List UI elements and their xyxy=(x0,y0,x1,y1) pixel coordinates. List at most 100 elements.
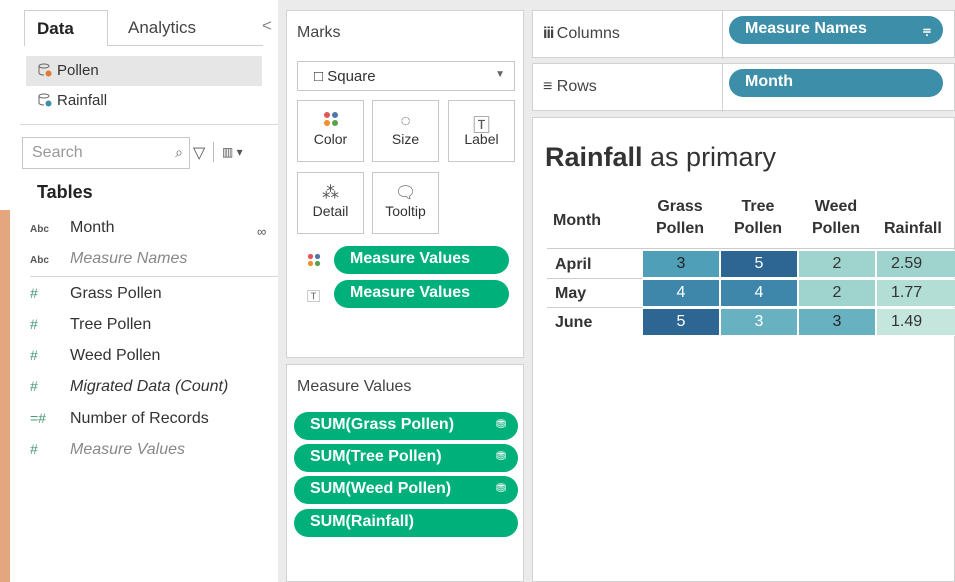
size-button[interactable]: ◌ Size xyxy=(372,100,439,162)
columns-icon: iii xyxy=(543,25,557,42)
measure-values-card: Measure Values SUM(Grass Pollen) ⛃ SUM(Tr… xyxy=(286,364,524,582)
table-cell[interactable]: 2 xyxy=(798,279,876,307)
field-label: Month xyxy=(70,219,115,236)
table-cell[interactable]: 1.49 xyxy=(876,308,955,336)
column-header: Rainfall xyxy=(884,220,942,237)
measure-pill-rainfall[interactable]: SUM(Rainfall) xyxy=(294,509,518,537)
number-type-icon: # xyxy=(30,285,38,301)
pane-accent-bar xyxy=(0,210,10,582)
rows-icon: ≡ xyxy=(543,78,557,95)
color-measure-values-pill[interactable]: Measure Values xyxy=(334,246,509,274)
table-cell[interactable]: 5 xyxy=(720,250,798,278)
datasource-tag-icon: ⛃ xyxy=(495,417,506,431)
divider xyxy=(722,11,723,59)
table-cell[interactable]: 2.59 xyxy=(876,250,955,278)
field-label: Grass Pollen xyxy=(70,285,162,302)
datasource-label: Rainfall xyxy=(57,92,108,109)
columns-shelf-label: iii Columns xyxy=(543,25,620,43)
datasource-label: Pollen xyxy=(57,62,99,79)
rows-shelf-label: ≡ Rows xyxy=(543,78,597,96)
pill-label: SUM(Grass Pollen) xyxy=(310,416,455,433)
table-cell[interactable]: 5 xyxy=(642,308,720,336)
datasource-rainfall[interactable]: Rainfall xyxy=(26,86,262,116)
measure-pill-grass[interactable]: SUM(Grass Pollen) ⛃ xyxy=(294,412,518,440)
pill-label: Measure Names xyxy=(745,20,867,37)
tab-data[interactable]: Data xyxy=(24,10,108,46)
rows-shelf[interactable]: ≡ Rows Month xyxy=(532,63,955,112)
column-header: Tree Pollen xyxy=(733,198,782,237)
detail-button[interactable]: ⁂ Detail xyxy=(297,172,364,234)
tooltip-button[interactable]: 🗨 Tooltip xyxy=(372,172,439,234)
month-pill[interactable]: Month xyxy=(729,69,943,97)
datasource-tag-icon: ⛃ xyxy=(495,481,506,495)
field-label: Measure Values xyxy=(70,441,186,458)
detail-icon: ⁂ xyxy=(322,183,339,202)
table-cell[interactable]: 1.77 xyxy=(876,279,955,307)
table-cell[interactable]: 3 xyxy=(798,308,876,336)
cards-pane: Marks □ Square ▼ Color ◌ Size 🅃 Label ⁂ … xyxy=(286,0,524,582)
field-label: Number of Records xyxy=(70,410,209,427)
columns-label-text: Columns xyxy=(556,25,620,42)
table-cell[interactable]: 3 xyxy=(720,308,798,336)
field-weed-pollen[interactable]: # Weed Pollen xyxy=(30,347,160,373)
field-label: Migrated Data (Count) xyxy=(70,378,229,395)
collapse-pane-icon[interactable]: < xyxy=(262,16,272,36)
field-number-of-records[interactable]: =# Number of Records xyxy=(30,410,209,436)
title-bold: Rainfall xyxy=(545,142,643,172)
table-cell[interactable]: 3 xyxy=(642,250,720,278)
row-label: June xyxy=(555,314,593,331)
measure-pill-weed[interactable]: SUM(Weed Pollen) ⛃ xyxy=(294,476,518,504)
divider xyxy=(20,124,278,125)
data-pane: Data Analytics < Pollen Rainfall Search … xyxy=(0,0,278,582)
datasource-pollen[interactable]: Pollen xyxy=(26,56,262,86)
measure-values-title: Measure Values xyxy=(297,378,412,395)
mark-type-value: Square xyxy=(327,68,376,85)
label-measure-values-pill[interactable]: Measure Values xyxy=(334,280,509,308)
field-grass-pollen[interactable]: # Grass Pollen xyxy=(30,285,162,311)
field-label: Measure Names xyxy=(70,250,188,267)
divider xyxy=(547,248,955,249)
field-migrated-data-count[interactable]: # Migrated Data (Count) xyxy=(30,378,228,404)
tooltip-icon: 🗨 xyxy=(394,183,417,202)
columns-shelf[interactable]: iii Columns Measure Names ⩦ xyxy=(532,10,955,59)
title-rest: as primary xyxy=(642,142,777,172)
measure-names-pill[interactable]: Measure Names ⩦ xyxy=(729,16,943,44)
label-encoding-icon: 🅃 xyxy=(307,289,321,304)
color-icon xyxy=(298,101,363,131)
view-options-icon[interactable]: ▥ ▾ xyxy=(222,145,243,159)
divider xyxy=(30,276,278,277)
row-label: May xyxy=(555,285,587,302)
field-measure-values[interactable]: # Measure Values xyxy=(30,441,185,467)
table-cell[interactable]: 4 xyxy=(720,279,798,307)
datasource-icon xyxy=(38,93,52,107)
search-placeholder: Search xyxy=(32,144,83,161)
number-type-icon: # xyxy=(30,441,38,457)
table-cell[interactable]: 4 xyxy=(642,279,720,307)
table-cell[interactable]: 2 xyxy=(798,250,876,278)
detail-label: Detail xyxy=(312,203,349,219)
tooltip-label: Tooltip xyxy=(385,203,426,219)
divider xyxy=(547,307,642,308)
number-type-icon: # xyxy=(30,316,38,332)
string-type-icon: Abc xyxy=(30,224,49,235)
field-tree-pollen[interactable]: # Tree Pollen xyxy=(30,316,151,342)
measure-pill-tree[interactable]: SUM(Tree Pollen) ⛃ xyxy=(294,444,518,472)
size-label: Size xyxy=(391,131,420,147)
label-button[interactable]: 🅃 Label xyxy=(448,100,515,162)
divider xyxy=(722,64,723,112)
tab-analytics[interactable]: Analytics xyxy=(108,10,263,46)
rows-label-text: Rows xyxy=(556,78,597,95)
view-title: Rainfall as primary xyxy=(545,142,776,173)
marks-card: Marks □ Square ▼ Color ◌ Size 🅃 Label ⁂ … xyxy=(286,10,524,358)
field-measure-names[interactable]: Abc Measure Names xyxy=(30,250,187,276)
column-header: Grass Pollen xyxy=(655,198,704,237)
filter-icon[interactable]: ▽ xyxy=(193,143,205,163)
color-button[interactable]: Color xyxy=(297,100,364,162)
mark-type-select[interactable]: □ Square ▼ xyxy=(297,61,515,91)
link-icon: ∞ xyxy=(257,224,267,239)
pill-label: SUM(Rainfall) xyxy=(310,513,414,530)
number-type-icon: # xyxy=(30,378,38,394)
search-input[interactable]: Search ⌕ xyxy=(22,137,190,169)
field-month[interactable]: Abc Month xyxy=(30,219,114,245)
datasource-icon xyxy=(38,63,52,77)
